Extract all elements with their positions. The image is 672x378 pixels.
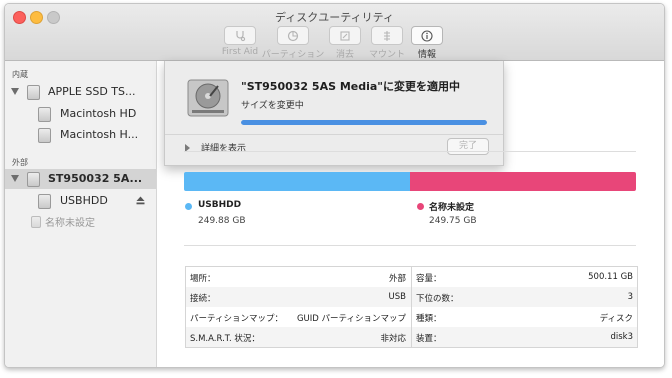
info-value: GUID パーティションマップ <box>296 314 406 324</box>
info-label: 容量： <box>416 274 442 284</box>
show-details-label[interactable]: 詳細を表示 <box>201 141 246 154</box>
progress-fill <box>241 120 487 125</box>
stethoscope-icon <box>236 30 246 41</box>
info-table: 場所： 外部 容量： 500.11 GB 接続： USB 下位の数： 3 パーテ… <box>185 266 638 348</box>
erase-button[interactable]: 消去 <box>329 26 361 60</box>
sidebar-item-label: Macintosh HD <box>60 107 137 120</box>
info-label: S.M.A.R.T. 状況： <box>190 334 260 344</box>
info-value: 外部 <box>388 274 406 284</box>
disk-icon <box>27 85 40 100</box>
info-label: 情報 <box>417 50 436 60</box>
sidebar-item-volume[interactable]: USBHDD <box>5 191 156 211</box>
mount-label: マウント <box>368 50 405 60</box>
done-button[interactable]: 完了 <box>447 138 489 155</box>
divider <box>184 245 636 246</box>
info-label: 種類： <box>416 314 442 324</box>
hard-drive-icon <box>187 79 229 117</box>
partition-button[interactable]: パーティション <box>261 26 325 60</box>
disk-utility-window: ディスクユーティリティ First Aid パーティション 消去 マウント 情報… <box>4 3 665 368</box>
titlebar: ディスクユーティリティ First Aid パーティション 消去 マウント 情報 <box>5 4 664 61</box>
mount-button[interactable]: マウント <box>365 26 409 60</box>
sheet-title: "ST950032 5AS Media"に変更を適用中 <box>241 80 461 93</box>
volume-icon <box>38 128 51 143</box>
window-title: ディスクユーティリティ <box>275 11 394 24</box>
erase-icon <box>340 30 350 41</box>
partition-label: パーティション <box>261 50 325 60</box>
internal-header: 内蔵 <box>12 70 28 79</box>
eject-icon[interactable] <box>136 196 145 205</box>
info-button[interactable]: 情報 <box>411 26 443 60</box>
first-aid-label: First Aid <box>221 47 259 57</box>
info-label: 接続： <box>190 294 216 304</box>
volume-icon <box>31 216 41 228</box>
info-value: 非対応 <box>380 334 406 344</box>
sidebar-item-volume[interactable]: 名称未設定 <box>5 211 156 231</box>
pie-icon <box>287 30 299 41</box>
sidebar-item-label: Macintosh H... <box>60 128 139 141</box>
sidebar-item-volume[interactable]: Macintosh HD <box>5 104 156 124</box>
info-label: 下位の数： <box>416 294 459 304</box>
info-value: 3 <box>627 292 633 302</box>
mount-icon <box>384 30 390 41</box>
info-label: パーティションマップ： <box>190 314 283 324</box>
sheet-status: サイズを変更中 <box>241 101 304 111</box>
disclosure-triangle-icon[interactable] <box>11 175 19 182</box>
unnamed-volume-bar <box>410 172 636 191</box>
usbhdd-volume-bar <box>184 172 410 191</box>
sidebar-item-internal-disk[interactable]: APPLE SSD TS... <box>5 82 156 102</box>
disclosure-triangle-icon[interactable] <box>11 88 19 95</box>
sidebar-item-label: 名称未設定 <box>45 218 95 229</box>
info-label: 装置： <box>416 334 442 344</box>
info-value: USB <box>388 292 406 302</box>
sidebar-item-label: APPLE SSD TS... <box>48 85 136 98</box>
info-value: 500.11 GB <box>588 272 633 282</box>
divider <box>184 151 636 152</box>
sidebar-item-external-disk[interactable]: ST950032 5A... <box>5 169 156 189</box>
first-aid-button[interactable]: First Aid <box>220 26 260 57</box>
volume-icon <box>38 194 51 209</box>
external-header: 外部 <box>12 158 28 167</box>
sidebar: 内蔵 APPLE SSD TS... Macintosh HD Macintos… <box>5 61 157 367</box>
usbhdd-color-dot <box>185 203 192 210</box>
erase-label: 消去 <box>335 50 354 60</box>
disk-icon <box>27 172 40 187</box>
sidebar-item-volume[interactable]: Macintosh H... <box>5 125 156 145</box>
info-value: disk3 <box>610 332 633 342</box>
info-value: ディスク <box>599 314 633 324</box>
info-icon <box>421 29 433 42</box>
progress-bar <box>241 120 487 125</box>
info-label: 場所： <box>190 274 216 284</box>
sidebar-item-label: USBHDD <box>60 194 108 207</box>
volume-name: 名称未設定 <box>429 203 475 213</box>
volume-name: USBHDD <box>198 200 242 210</box>
volume-icon <box>38 107 51 122</box>
volume-size: 249.88 GB <box>198 216 246 226</box>
unnamed-color-dot <box>417 203 424 210</box>
volume-size: 249.75 GB <box>429 216 477 226</box>
sidebar-item-label: ST950032 5A... <box>48 172 143 185</box>
